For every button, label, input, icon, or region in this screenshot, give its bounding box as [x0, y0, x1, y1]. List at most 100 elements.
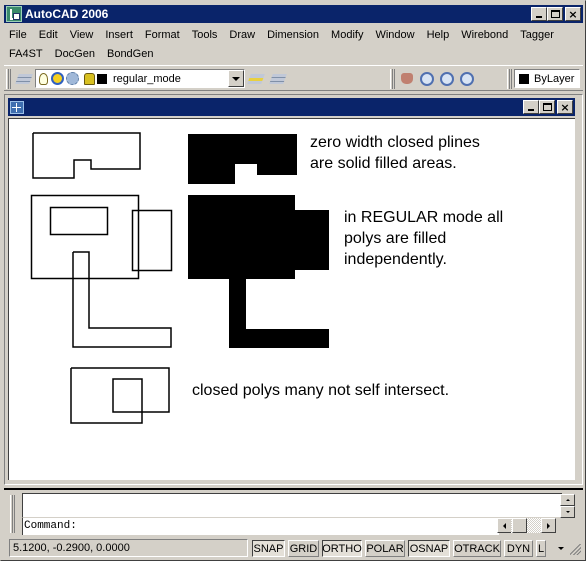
window-controls: ×: [531, 7, 581, 21]
close-icon: ×: [568, 7, 578, 21]
autocad-application-window: AutoCAD 2006 × File Edit View Insert For…: [0, 0, 586, 561]
scroll-left-button[interactable]: [497, 518, 512, 533]
layer-lock-icon[interactable]: [84, 72, 95, 85]
properties-toolbar: ByLayer: [507, 67, 580, 90]
standard-toolbar: [390, 67, 477, 90]
toolbar-grip[interactable]: [507, 68, 512, 89]
command-window: Command:: [4, 488, 583, 536]
outline-notched-polyline[interactable]: [32, 132, 141, 179]
menu-file[interactable]: File: [4, 29, 33, 41]
menu-format[interactable]: Format: [139, 29, 186, 41]
layer-name: regular_mode: [113, 72, 181, 85]
filled-l-polyline[interactable]: [229, 279, 329, 348]
note-self-intersect[interactable]: closed polys many not self intersect.: [192, 380, 449, 401]
note-solid-filled[interactable]: zero width closed plines are solid fille…: [310, 132, 480, 174]
menu-view[interactable]: View: [64, 29, 100, 41]
menu-bondgen[interactable]: BondGen: [101, 48, 159, 60]
layer-previous-icon[interactable]: [269, 70, 287, 88]
note-regular-mode[interactable]: in REGULAR mode all polys are filled ind…: [344, 207, 503, 270]
menu-wirebond[interactable]: Wirebond: [455, 29, 514, 41]
menu-window[interactable]: Window: [369, 29, 420, 41]
filled-side-rect[interactable]: [295, 210, 329, 270]
drawing-close-button[interactable]: ×: [557, 100, 573, 114]
otrack-toggle[interactable]: OTRACK: [453, 540, 501, 557]
app-title: AutoCAD 2006: [25, 7, 109, 21]
menu-docgen[interactable]: DocGen: [49, 48, 101, 60]
layers-toolbar: regular_mode: [6, 67, 289, 90]
toolbar-grip[interactable]: [6, 68, 11, 89]
menu-insert[interactable]: Insert: [99, 29, 139, 41]
drawing-title-bar[interactable]: ×: [8, 98, 575, 116]
layer-dropdown[interactable]: regular_mode: [35, 69, 245, 88]
filled-notched-polyline[interactable]: [188, 134, 297, 184]
command-window-grip[interactable]: [10, 495, 15, 533]
drawing-window-controls: ×: [523, 100, 573, 114]
menu-draw[interactable]: Draw: [223, 29, 261, 41]
grid-toggle[interactable]: GRID: [288, 540, 319, 557]
scroll-down-button[interactable]: [560, 506, 575, 518]
status-bar: 5.1200, -0.2900, 0.0000 SNAP GRID ORTHO …: [4, 538, 583, 559]
toolbar-row: regular_mode ByLayer: [4, 65, 583, 91]
layer-on-icon[interactable]: [39, 72, 48, 85]
menu-fa4st[interactable]: FA4ST: [4, 48, 49, 60]
maximize-button[interactable]: [547, 7, 563, 21]
scroll-right-button[interactable]: [541, 518, 556, 533]
toolbar-grip[interactable]: [390, 68, 395, 89]
polar-toggle[interactable]: POLAR: [365, 540, 405, 557]
zoom-window-icon[interactable]: [437, 70, 457, 88]
dropdown-arrow-icon[interactable]: [228, 70, 244, 87]
menu-row-1: File Edit View Insert Format Tools Draw …: [4, 25, 583, 44]
menu-tools[interactable]: Tools: [186, 29, 224, 41]
arrow-right-icon: [547, 522, 550, 529]
drawing-document-icon[interactable]: [10, 100, 24, 114]
maximize-icon: [550, 10, 560, 18]
command-prompt: Command:: [24, 520, 77, 532]
self-intersecting-polyline[interactable]: [70, 367, 170, 424]
minimize-icon: [528, 109, 534, 111]
menu-modify[interactable]: Modify: [325, 29, 369, 41]
close-button[interactable]: ×: [565, 7, 581, 21]
menu-edit[interactable]: Edit: [33, 29, 64, 41]
minimize-button[interactable]: [531, 7, 547, 21]
drawing-svg: [30, 132, 329, 424]
arrow-left-icon: [503, 522, 506, 529]
maximize-icon: [542, 103, 552, 111]
layer-thaw-icon[interactable]: [51, 72, 64, 85]
osnap-toggle[interactable]: OSNAP: [408, 540, 450, 557]
filled-large-rect[interactable]: [188, 195, 295, 279]
scroll-up-button[interactable]: [560, 494, 575, 506]
color-value: ByLayer: [534, 72, 575, 85]
drawing-maximize-button[interactable]: [539, 100, 555, 114]
color-dropdown[interactable]: ByLayer: [514, 69, 580, 88]
arrow-down-icon: [565, 511, 570, 513]
ortho-toggle[interactable]: ORTHO: [322, 540, 362, 557]
layer-freeze-viewport-icon[interactable]: [66, 72, 79, 85]
zoom-realtime-icon[interactable]: [417, 70, 437, 88]
menu-tagger[interactable]: Tagger: [514, 29, 560, 41]
drawing-window: × zero width closed plines are solid fil…: [5, 95, 578, 483]
pan-realtime-icon[interactable]: [397, 70, 417, 88]
command-history[interactable]: [22, 493, 562, 517]
outline-l-polyline[interactable]: [72, 251, 172, 348]
lwt-toggle[interactable]: L: [536, 540, 546, 557]
coordinate-readout[interactable]: 5.1200, -0.2900, 0.0000: [9, 539, 248, 557]
drawing-canvas[interactable]: zero width closed plines are solid fille…: [8, 118, 575, 480]
snap-toggle[interactable]: SNAP: [252, 540, 285, 557]
horizontal-scroll-thumb[interactable]: [512, 518, 527, 533]
resize-grip-icon[interactable]: [570, 544, 581, 555]
dyn-toggle[interactable]: DYN: [504, 540, 533, 557]
layer-manager-icon[interactable]: [15, 70, 33, 88]
menu-dimension[interactable]: Dimension: [261, 29, 325, 41]
tray-settings-arrow-icon[interactable]: [558, 547, 564, 550]
command-input[interactable]: Command:: [22, 517, 499, 535]
outline-inner-rect[interactable]: [49, 206, 109, 236]
zoom-previous-icon[interactable]: [457, 70, 477, 88]
layer-color-swatch: [97, 73, 107, 84]
make-object-layer-current-icon[interactable]: [247, 70, 265, 88]
autocad-logo-icon[interactable]: [6, 6, 22, 22]
title-bar[interactable]: AutoCAD 2006 ×: [4, 5, 583, 23]
drawing-minimize-button[interactable]: [523, 100, 539, 114]
arrow-up-icon: [565, 499, 570, 501]
menu-help[interactable]: Help: [421, 29, 456, 41]
color-swatch: [519, 73, 529, 84]
